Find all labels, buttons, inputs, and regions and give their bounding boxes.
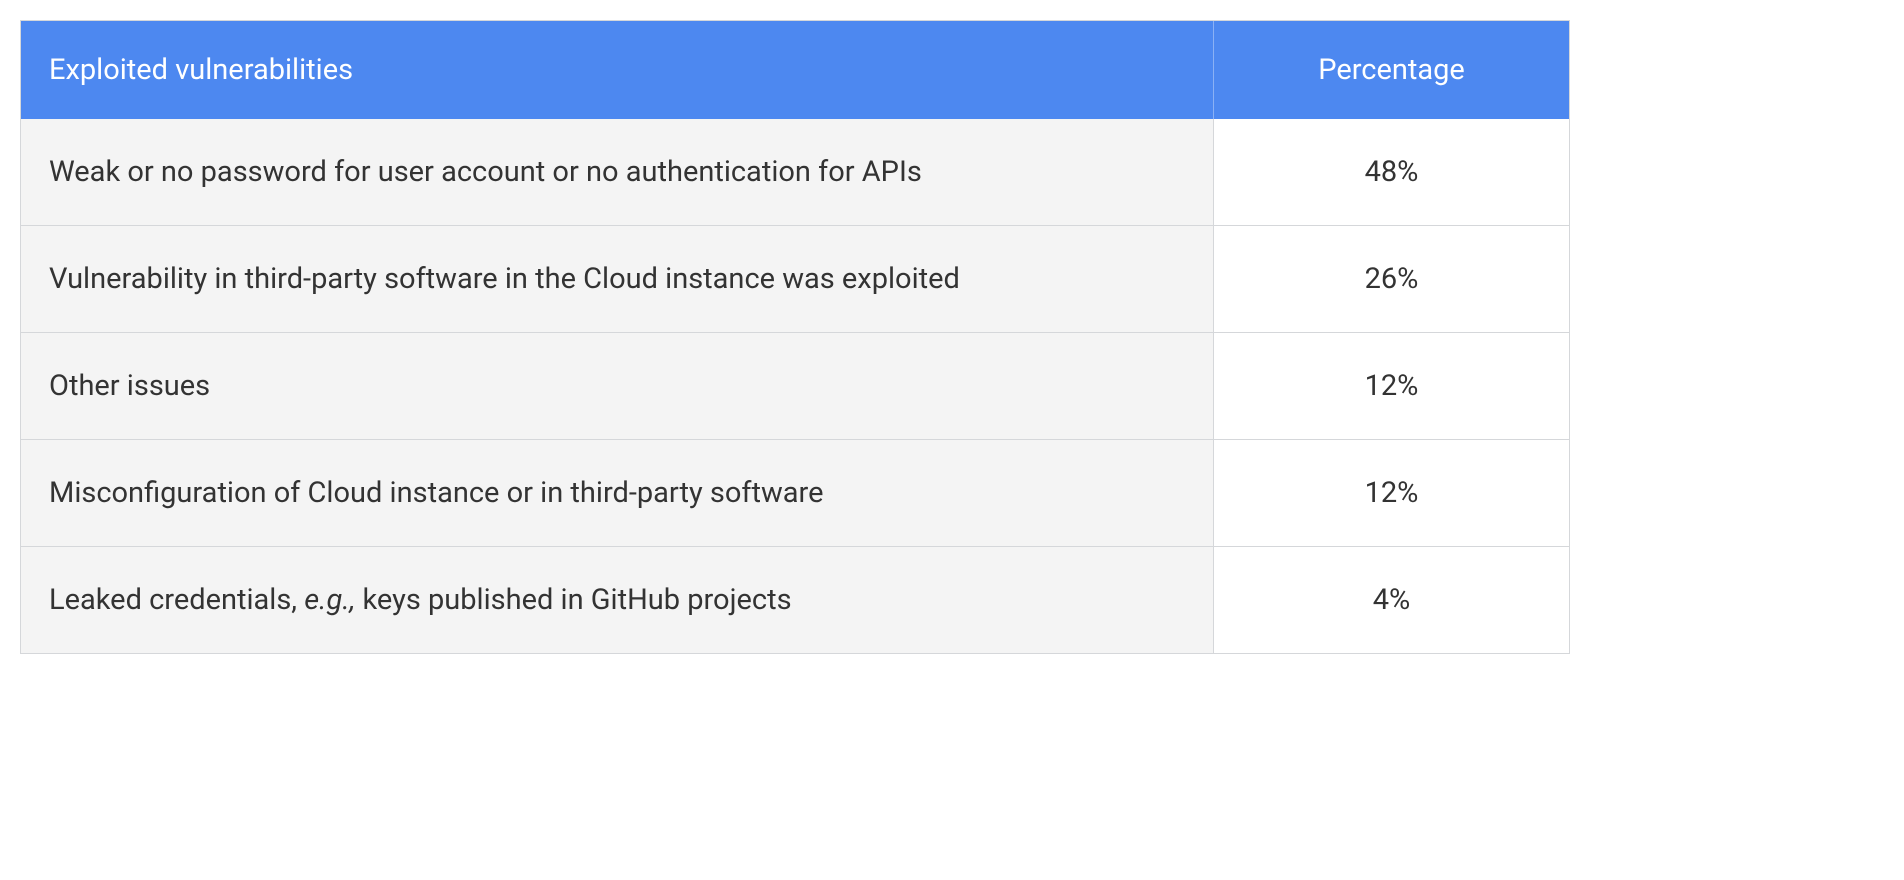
vulnerability-percentage: 12% bbox=[1214, 333, 1569, 440]
table-row: Other issues 12% bbox=[21, 333, 1569, 440]
table-row: Misconfiguration of Cloud instance or in… bbox=[21, 440, 1569, 547]
vulnerability-percentage: 26% bbox=[1214, 226, 1569, 333]
table-row: Weak or no password for user account or … bbox=[21, 119, 1569, 226]
vulnerability-percentage: 48% bbox=[1214, 119, 1569, 226]
table-header-row: Exploited vulnerabilities Percentage bbox=[21, 21, 1569, 119]
vulnerabilities-table: Exploited vulnerabilities Percentage Wea… bbox=[20, 20, 1570, 654]
vulnerability-percentage: 4% bbox=[1214, 547, 1569, 653]
vulnerability-label: Weak or no password for user account or … bbox=[21, 119, 1214, 226]
header-col-vulnerabilities: Exploited vulnerabilities bbox=[21, 21, 1214, 119]
vulnerability-label: Other issues bbox=[21, 333, 1214, 440]
vulnerability-label: Misconfiguration of Cloud instance or in… bbox=[21, 440, 1214, 547]
vulnerability-percentage: 12% bbox=[1214, 440, 1569, 547]
header-col-percentage: Percentage bbox=[1214, 21, 1569, 119]
vulnerability-label: Leaked credentials, e.g., keys published… bbox=[21, 547, 1214, 653]
table-row: Leaked credentials, e.g., keys published… bbox=[21, 547, 1569, 653]
vulnerability-label: Vulnerability in third-party software in… bbox=[21, 226, 1214, 333]
table-row: Vulnerability in third-party software in… bbox=[21, 226, 1569, 333]
